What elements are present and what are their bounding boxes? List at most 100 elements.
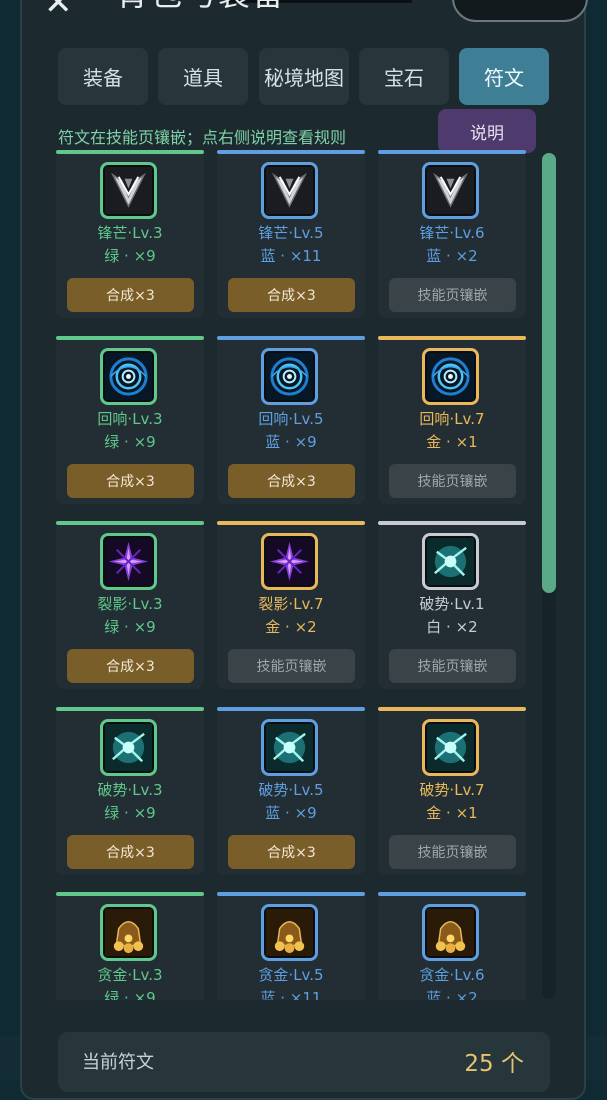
gold-coins-icon[interactable] (261, 904, 318, 961)
rune-quantity: 金 · ×1 (426, 433, 478, 451)
rune-card[interactable]: 裂影·Lv.7 金 · ×2 技能页镶嵌 (217, 521, 365, 689)
rune-card[interactable]: 贪金·Lv.5 蓝 · ×11 (217, 892, 365, 1000)
scrollbar[interactable] (542, 153, 556, 999)
rarity-bar (56, 336, 204, 340)
rune-quantity: 蓝 · ×9 (265, 804, 317, 822)
rune-name: 回响·Lv.7 (419, 410, 485, 428)
silver-blades-icon[interactable] (261, 162, 318, 219)
rune-card[interactable]: 贪金·Lv.3 绿 · ×9 (56, 892, 204, 1000)
silver-blades-icon[interactable] (422, 162, 479, 219)
rune-card[interactable]: 锋芒·Lv.6 蓝 · ×2 技能页镶嵌 (378, 150, 526, 318)
inlay-button[interactable]: 技能页镶嵌 (228, 649, 355, 683)
rune-quantity: 白 · ×2 (426, 618, 478, 636)
rarity-bar (217, 892, 365, 896)
rune-quantity: 蓝 · ×11 (260, 247, 322, 265)
rune-card[interactable]: 锋芒·Lv.5 蓝 · ×11 合成×3 (217, 150, 365, 318)
rune-name: 裂影·Lv.7 (258, 595, 324, 613)
synthesize-button[interactable]: 合成×3 (228, 278, 355, 312)
scrollbar-thumb[interactable] (542, 153, 556, 593)
rune-quantity: 蓝 · ×2 (426, 989, 478, 1000)
rarity-bar (217, 150, 365, 154)
rune-card[interactable]: 锋芒·Lv.3 绿 · ×9 合成×3 (56, 150, 204, 318)
silver-blades-icon[interactable] (100, 162, 157, 219)
rune-name: 贪金·Lv.5 (258, 966, 324, 984)
teal-burst-icon[interactable] (422, 533, 479, 590)
tab-items[interactable]: 道具 (158, 48, 248, 105)
rune-name: 贪金·Lv.3 (97, 966, 163, 984)
rune-name: 破势·Lv.5 (258, 781, 324, 799)
synthesize-button[interactable]: 合成×3 (228, 835, 355, 869)
rune-quantity: 金 · ×2 (265, 618, 317, 636)
capsule-menu[interactable] (452, 0, 588, 22)
teal-burst-icon[interactable] (100, 719, 157, 776)
tab-gems[interactable]: 宝石 (359, 48, 449, 105)
help-button[interactable]: 说明 (438, 109, 536, 153)
rarity-bar (217, 707, 365, 711)
synthesize-button[interactable]: 合成×3 (67, 278, 194, 312)
tab-equipment[interactable]: 装备 (58, 48, 148, 105)
synthesize-button[interactable]: 合成×3 (67, 649, 194, 683)
current-runes-count: 25 个 (464, 1051, 524, 1077)
blue-vortex-icon[interactable] (422, 348, 479, 405)
rune-card[interactable]: 回响·Lv.7 金 · ×1 技能页镶嵌 (378, 336, 526, 504)
teal-burst-icon[interactable] (422, 719, 479, 776)
rune-quantity: 绿 · ×9 (104, 804, 156, 822)
rarity-bar (378, 336, 526, 340)
rune-quantity: 蓝 · ×2 (426, 247, 478, 265)
rune-card[interactable]: 破势·Lv.5 蓝 · ×9 合成×3 (217, 707, 365, 875)
tab-dungeon-maps[interactable]: 秘境地图 (259, 48, 349, 105)
purple-shard-icon[interactable] (261, 533, 318, 590)
rune-card[interactable]: 破势·Lv.1 白 · ×2 技能页镶嵌 (378, 521, 526, 689)
rune-quantity: 绿 · ×9 (104, 433, 156, 451)
inlay-button[interactable]: 技能页镶嵌 (389, 464, 516, 498)
rune-name: 破势·Lv.3 (97, 781, 163, 799)
rarity-bar (378, 521, 526, 525)
rune-quantity: 金 · ×1 (426, 804, 478, 822)
tab-runes[interactable]: 符文 (459, 48, 549, 105)
synthesize-button[interactable]: 合成×3 (228, 464, 355, 498)
category-tabs: 装备 道具 秘境地图 宝石 符文 (58, 48, 550, 106)
rune-quantity: 蓝 · ×11 (260, 989, 322, 1000)
blue-vortex-icon[interactable] (261, 348, 318, 405)
rune-card[interactable]: 回响·Lv.5 蓝 · ×9 合成×3 (217, 336, 365, 504)
rune-card[interactable]: 裂影·Lv.3 绿 · ×9 合成×3 (56, 521, 204, 689)
rarity-bar (56, 892, 204, 896)
rune-card[interactable]: 破势·Lv.3 绿 · ×9 合成×3 (56, 707, 204, 875)
inlay-button[interactable]: 技能页镶嵌 (389, 649, 516, 683)
rune-card[interactable]: 回响·Lv.3 绿 · ×9 合成×3 (56, 336, 204, 504)
rune-name: 裂影·Lv.3 (97, 595, 163, 613)
gold-coins-icon[interactable] (100, 904, 157, 961)
rarity-bar (56, 150, 204, 154)
rune-name: 破势·Lv.1 (419, 595, 485, 613)
rune-quantity: 绿 · ×9 (104, 247, 156, 265)
rune-name: 回响·Lv.5 (258, 410, 324, 428)
blue-vortex-icon[interactable] (100, 348, 157, 405)
purple-shard-icon[interactable] (100, 533, 157, 590)
rune-count-bar: 当前符文 25 个 (58, 1032, 550, 1092)
rarity-bar (56, 707, 204, 711)
rune-name: 锋芒·Lv.6 (419, 224, 485, 242)
inlay-button[interactable]: 技能页镶嵌 (389, 278, 516, 312)
rune-card[interactable]: 贪金·Lv.6 蓝 · ×2 (378, 892, 526, 1000)
rune-grid[interactable]: 锋芒·Lv.3 绿 · ×9 合成×3 锋芒·Lv.5 蓝 · ×11 合成×3 锋芒·Lv… (56, 150, 532, 1000)
rune-name: 锋芒·Lv.3 (97, 224, 163, 242)
teal-burst-icon[interactable] (261, 719, 318, 776)
rarity-bar (378, 892, 526, 896)
close-icon[interactable]: ✕ (44, 0, 73, 20)
rarity-bar (378, 150, 526, 154)
rarity-bar (217, 336, 365, 340)
synthesize-button[interactable]: 合成×3 (67, 835, 194, 869)
page-title: 背包与装备 (116, 0, 286, 10)
gold-coins-icon[interactable] (422, 904, 479, 961)
rarity-bar (56, 521, 204, 525)
rune-name: 锋芒·Lv.5 (258, 224, 324, 242)
rarity-bar (217, 521, 365, 525)
synthesize-button[interactable]: 合成×3 (67, 464, 194, 498)
current-runes-label: 当前符文 (82, 1052, 154, 1073)
rune-hint-text: 符文在技能页镶嵌；点右侧说明查看规则 (58, 128, 347, 147)
rune-quantity: 绿 · ×9 (104, 989, 156, 1000)
rune-card[interactable]: 破势·Lv.7 金 · ×1 技能页镶嵌 (378, 707, 526, 875)
rune-quantity: 蓝 · ×9 (265, 433, 317, 451)
rune-name: 破势·Lv.7 (419, 781, 485, 799)
inlay-button[interactable]: 技能页镶嵌 (389, 835, 516, 869)
